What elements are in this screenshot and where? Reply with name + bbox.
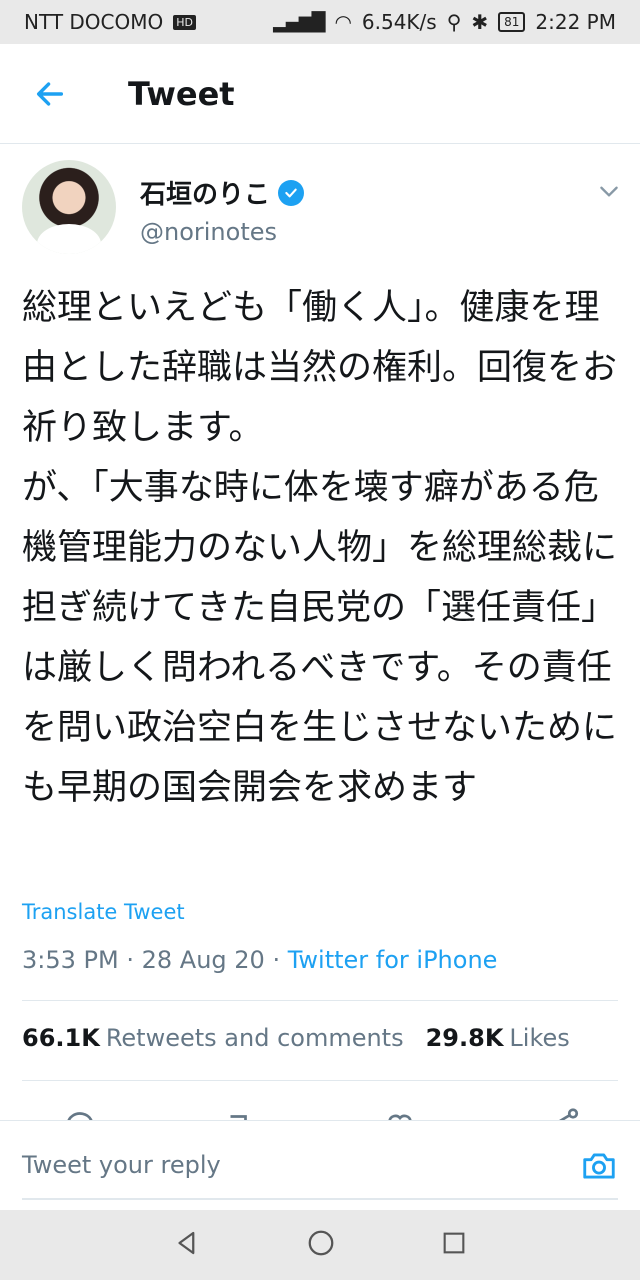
clock: 2:22 PM (535, 10, 616, 34)
nav-back-button[interactable] (172, 1228, 202, 1262)
meta-separator: · (126, 946, 142, 974)
carrier-label: NTT DOCOMO (24, 10, 164, 34)
avatar[interactable] (22, 160, 116, 254)
retweets-stat[interactable]: 66.1K Retweets and comments (22, 1024, 404, 1052)
bluetooth-icon: ✱ (471, 10, 489, 34)
system-nav-bar (0, 1210, 640, 1280)
author-name: 石垣のりこ (140, 180, 271, 210)
verified-badge-icon (278, 179, 305, 206)
likes-stat[interactable]: 29.8K Likes (426, 1024, 570, 1052)
author-name-row[interactable]: 石垣のりこ (140, 174, 305, 211)
nav-recents-button[interactable] (440, 1229, 468, 1261)
reply-bar: Tweet your reply (0, 1120, 640, 1210)
app-header: Tweet (0, 44, 640, 144)
divider (22, 1000, 618, 1001)
chevron-down-icon (600, 186, 618, 197)
network-speed: 6.54K/s (361, 10, 437, 34)
reply-input[interactable]: Tweet your reply (22, 1151, 221, 1179)
wifi-icon: ◠ (334, 10, 352, 34)
retweets-label: Retweets and comments (105, 1024, 404, 1052)
location-icon: ⚲ (446, 10, 462, 34)
likes-count: 29.8K (425, 1024, 504, 1052)
nav-back-icon (178, 1231, 195, 1255)
meta-separator: · (272, 946, 288, 974)
back-arrow-icon (36, 81, 64, 106)
camera-button[interactable] (580, 1147, 618, 1189)
battery-indicator: 81 (498, 12, 526, 32)
page-title: Tweet (128, 74, 235, 113)
translate-tweet-link[interactable]: Translate Tweet (22, 900, 185, 924)
tweet-menu-button[interactable] (596, 178, 622, 208)
back-button[interactable] (0, 44, 100, 144)
tweet-author: 石垣のりこ @norinotes (22, 160, 622, 260)
divider (22, 1080, 618, 1081)
nav-home-button[interactable] (306, 1228, 336, 1262)
retweets-count: 66.1K (22, 1024, 100, 1052)
tweet-time: 3:53 PM (22, 946, 119, 974)
signal-icon: ▂▄▆█ (273, 11, 325, 33)
nav-recents-icon (443, 1232, 465, 1254)
reply-underline (22, 1198, 618, 1200)
tweet-date: 28 Aug 20 (141, 946, 265, 974)
status-bar: NTT DOCOMO HD ▂▄▆█ ◠ 6.54K/s ⚲ ✱ 81 2:22… (0, 0, 640, 44)
likes-label: Likes (509, 1024, 570, 1052)
tweet-stats: 66.1K Retweets and comments 29.8K Likes (22, 1024, 570, 1052)
tweet-source[interactable]: Twitter for iPhone (288, 946, 498, 974)
hd-badge: HD (173, 14, 196, 30)
camera-icon (583, 1153, 615, 1179)
nav-home-icon (308, 1230, 334, 1256)
author-handle[interactable]: @norinotes (140, 218, 277, 246)
tweet-meta: 3:53 PM · 28 Aug 20 · Twitter for iPhone (22, 946, 497, 974)
tweet-text: 総理といえども「働く人」。健康を理由とした辞職は当然の権利。回復をお祈り致します… (22, 288, 618, 808)
